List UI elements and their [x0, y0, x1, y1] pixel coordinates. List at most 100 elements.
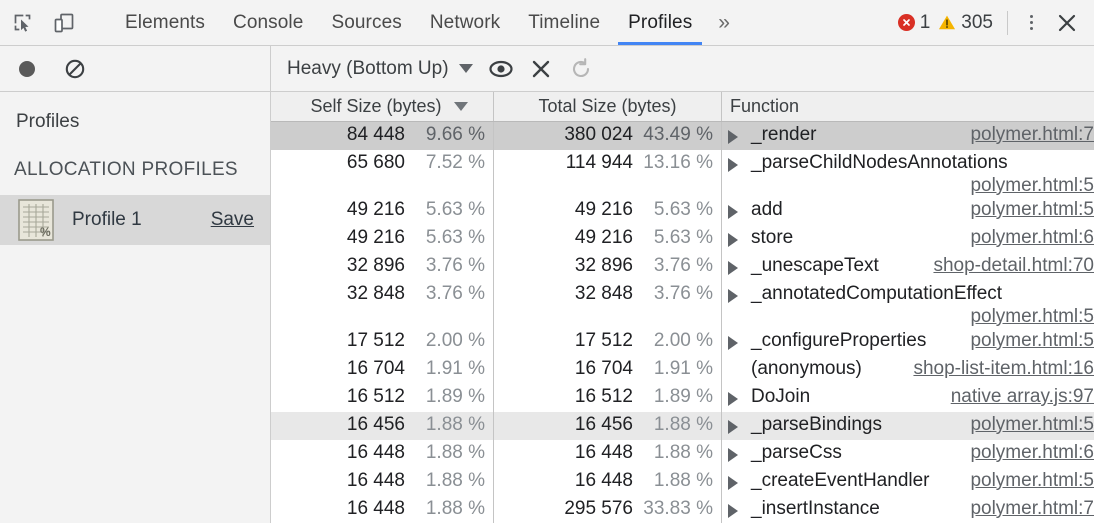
- more-tabs-icon[interactable]: »: [706, 0, 742, 45]
- tab-timeline[interactable]: Timeline: [514, 0, 614, 45]
- cell-function: _configurePropertiespolymer.html:5: [722, 328, 1094, 356]
- cell-total-size: 16 4481.88 %: [494, 440, 722, 468]
- expand-triangle-icon[interactable]: [728, 504, 738, 518]
- total-size-percent: 13.16 %: [633, 152, 721, 174]
- error-count-badge[interactable]: 1: [894, 12, 935, 34]
- total-size-percent: 5.63 %: [633, 227, 721, 249]
- table-row[interactable]: 32 8963.76 %32 8963.76 %_unescapeTextsho…: [271, 253, 1094, 281]
- table-row[interactable]: 16 4561.88 %16 4561.88 %_parseBindingspo…: [271, 412, 1094, 440]
- column-header-function[interactable]: Function: [722, 92, 1094, 121]
- expand-triangle-icon[interactable]: [728, 261, 738, 275]
- expand-triangle-icon[interactable]: [728, 392, 738, 406]
- table-row[interactable]: 49 2165.63 %49 2165.63 %storepolymer.htm…: [271, 225, 1094, 253]
- table-row[interactable]: 32 8483.76 %32 8483.76 %_annotatedComput…: [271, 281, 1094, 328]
- expand-triangle-icon[interactable]: [728, 130, 738, 144]
- restore-functions-button[interactable]: [561, 49, 601, 89]
- clear-profiles-button[interactable]: [62, 56, 88, 82]
- total-size-value: 16 448: [575, 442, 633, 464]
- source-link[interactable]: polymer.html:7: [970, 498, 1094, 520]
- self-size-value: 16 704: [347, 358, 405, 380]
- function-name: add: [751, 199, 783, 221]
- device-toolbar-icon[interactable]: [50, 9, 78, 37]
- expand-triangle-icon[interactable]: [728, 420, 738, 434]
- source-link[interactable]: polymer.html:5: [970, 470, 1094, 492]
- column-header-self-size-label: Self Size (bytes): [310, 96, 441, 117]
- svg-text:%: %: [40, 225, 51, 239]
- source-link[interactable]: polymer.html:5: [728, 306, 1094, 328]
- expand-triangle-icon[interactable]: [728, 205, 738, 219]
- cell-total-size: 16 7041.91 %: [494, 356, 722, 384]
- function-name: store: [751, 227, 793, 249]
- inspect-element-icon[interactable]: [10, 9, 38, 37]
- expand-triangle-icon[interactable]: [728, 448, 738, 462]
- expand-triangle-icon[interactable]: [728, 476, 738, 490]
- function-name: (anonymous): [751, 358, 862, 380]
- total-size-value: 16 512: [575, 386, 633, 408]
- source-link[interactable]: polymer.html:6: [970, 442, 1094, 464]
- tab-elements[interactable]: Elements: [111, 0, 219, 45]
- tab-sources[interactable]: Sources: [317, 0, 415, 45]
- table-row[interactable]: 17 5122.00 %17 5122.00 %_configureProper…: [271, 328, 1094, 356]
- column-header-total-size[interactable]: Total Size (bytes): [494, 92, 722, 121]
- tab-network[interactable]: Network: [416, 0, 514, 45]
- total-size-value: 295 576: [564, 498, 633, 520]
- warning-count-badge[interactable]: 305: [934, 12, 997, 34]
- error-count: 1: [920, 12, 931, 34]
- table-row[interactable]: 65 6807.52 %114 94413.16 %_parseChildNod…: [271, 150, 1094, 197]
- cell-total-size: 16 4481.88 %: [494, 468, 722, 496]
- devtools-window: Elements Console Sources Network Timelin…: [0, 0, 1094, 523]
- function-name: _parseChildNodesAnnotations: [751, 152, 1008, 174]
- table-row[interactable]: 16 7041.91 %16 7041.91 %(anonymous)shop-…: [271, 356, 1094, 384]
- total-size-value: 17 512: [575, 330, 633, 352]
- self-size-value: 32 848: [347, 283, 405, 305]
- cell-total-size: 16 5121.89 %: [494, 384, 722, 412]
- total-size-value: 32 896: [575, 255, 633, 277]
- total-size-percent: 2.00 %: [633, 330, 721, 352]
- source-link[interactable]: shop-detail.html:70: [933, 255, 1094, 277]
- record-button[interactable]: [14, 56, 40, 82]
- self-size-value: 17 512: [347, 330, 405, 352]
- table-row[interactable]: 16 4481.88 %295 57633.83 %_insertInstanc…: [271, 496, 1094, 523]
- self-size-percent: 5.63 %: [405, 227, 493, 249]
- table-row[interactable]: 16 4481.88 %16 4481.88 %_createEventHand…: [271, 468, 1094, 496]
- total-size-value: 380 024: [564, 124, 633, 146]
- source-link[interactable]: polymer.html:5: [970, 199, 1094, 221]
- expand-triangle-icon[interactable]: [728, 158, 738, 172]
- table-row[interactable]: 16 5121.89 %16 5121.89 %DoJoinnative arr…: [271, 384, 1094, 412]
- sidebar-item-profile-1[interactable]: % Profile 1 Save: [0, 195, 270, 245]
- focus-function-button[interactable]: [481, 49, 521, 89]
- profiles-toolbar-left: [0, 46, 271, 91]
- total-size-percent: 3.76 %: [633, 255, 721, 277]
- source-link[interactable]: polymer.html:5: [728, 175, 1094, 197]
- save-profile-link[interactable]: Save: [211, 209, 254, 231]
- expand-triangle-icon[interactable]: [728, 336, 738, 350]
- source-link[interactable]: polymer.html:7: [970, 124, 1094, 146]
- source-link[interactable]: polymer.html:5: [970, 330, 1094, 352]
- source-link[interactable]: polymer.html:5: [970, 414, 1094, 436]
- source-link[interactable]: native array.js:97: [951, 386, 1094, 408]
- function-name: _annotatedComputationEffect: [751, 283, 1002, 305]
- exclude-function-button[interactable]: [521, 49, 561, 89]
- source-link[interactable]: polymer.html:6: [970, 227, 1094, 249]
- sort-descending-icon: [454, 102, 468, 111]
- table-row[interactable]: 84 4489.66 %380 02443.49 %_renderpolymer…: [271, 122, 1094, 150]
- sidebar-title: Profiles: [0, 92, 270, 133]
- expand-triangle-icon[interactable]: [728, 233, 738, 247]
- table-row[interactable]: 16 4481.88 %16 4481.88 %_parseCsspolymer…: [271, 440, 1094, 468]
- tabbar-right-controls: 1 305: [894, 0, 1094, 45]
- tab-console[interactable]: Console: [219, 0, 317, 45]
- close-devtools-icon[interactable]: [1050, 6, 1084, 40]
- tab-profiles[interactable]: Profiles: [614, 0, 706, 45]
- cell-self-size: 16 4561.88 %: [271, 412, 494, 440]
- total-size-percent: 1.91 %: [633, 358, 721, 380]
- self-size-percent: 1.88 %: [405, 442, 493, 464]
- cell-function: _parseCsspolymer.html:6: [722, 440, 1094, 468]
- view-mode-dropdown[interactable]: Heavy (Bottom Up): [287, 58, 481, 80]
- cell-function: store polymer.html:6: [722, 225, 1094, 253]
- expand-triangle-icon[interactable]: [728, 289, 738, 303]
- column-header-self-size[interactable]: Self Size (bytes): [271, 92, 494, 121]
- devtools-tabbar: Elements Console Sources Network Timelin…: [0, 0, 1094, 46]
- main-menu-icon[interactable]: [1018, 8, 1044, 38]
- source-link[interactable]: shop-list-item.html:16: [913, 358, 1094, 380]
- table-row[interactable]: 49 2165.63 %49 2165.63 %addpolymer.html:…: [271, 197, 1094, 225]
